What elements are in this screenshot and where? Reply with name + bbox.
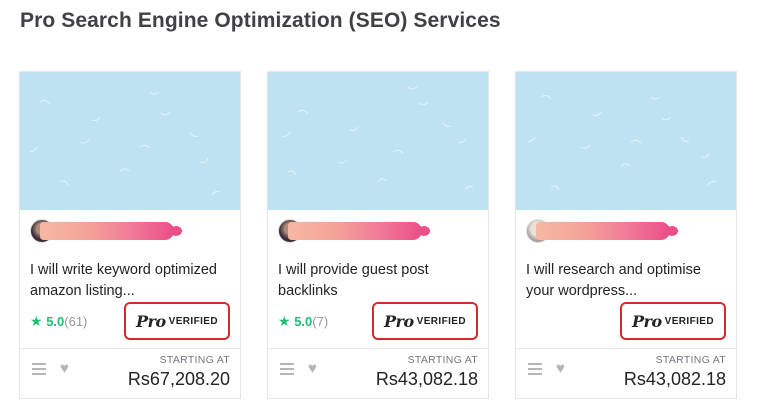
gig-card[interactable]: I will provide guest post backlinks ★ 5.… <box>267 71 489 399</box>
heart-icon[interactable]: ♥ <box>308 360 317 377</box>
seller-row[interactable] <box>526 217 726 245</box>
seller-row[interactable] <box>30 217 230 245</box>
gig-rating: ★ 5.0(61) <box>30 313 87 330</box>
rating-score: 5.0 <box>46 314 65 329</box>
verified-label: VERIFIED <box>664 315 714 327</box>
verified-label: VERIFIED <box>168 315 218 327</box>
starting-at-label: STARTING AT <box>655 354 726 366</box>
heart-icon[interactable]: ♥ <box>60 360 69 377</box>
menu-icon[interactable] <box>280 363 294 375</box>
starting-at-label: STARTING AT <box>407 354 478 366</box>
starting-at-label: STARTING AT <box>159 354 230 366</box>
pro-logo: Pro <box>136 311 166 331</box>
redacted-seller-name <box>40 222 182 240</box>
card-divider <box>20 348 240 349</box>
section-title: Pro Search Engine Optimization (SEO) Ser… <box>20 9 501 32</box>
gig-thumbnail[interactable] <box>20 72 240 210</box>
card-divider <box>268 348 488 349</box>
gig-title[interactable]: I will research and optimise your wordpr… <box>526 260 726 302</box>
rating-count: (7) <box>312 314 329 329</box>
gig-thumbnail[interactable] <box>268 72 488 210</box>
gig-title[interactable]: I will provide guest post backlinks <box>278 260 478 302</box>
pro-logo: Pro <box>384 311 414 331</box>
gig-price[interactable]: Rs67,208.20 <box>128 369 230 390</box>
verified-label: VERIFIED <box>416 315 466 327</box>
redacted-seller-name <box>536 222 678 240</box>
rating-count: (61) <box>64 314 88 329</box>
gig-price[interactable]: Rs43,082.18 <box>624 369 726 390</box>
pro-logo: Pro <box>632 311 662 331</box>
rating-score: 5.0 <box>294 314 313 329</box>
star-icon: ★ <box>30 313 43 329</box>
gig-card[interactable]: I will write keyword optimized amazon li… <box>19 71 241 399</box>
pro-verified-badge: Pro VERIFIED <box>124 302 230 340</box>
menu-icon[interactable] <box>528 363 542 375</box>
gig-rating: ★ 5.0(7) <box>278 313 328 330</box>
gig-card[interactable]: I will research and optimise your wordpr… <box>515 71 737 399</box>
card-divider <box>516 348 736 349</box>
redacted-seller-name <box>288 222 430 240</box>
pro-verified-badge: Pro VERIFIED <box>372 302 478 340</box>
seller-row[interactable] <box>278 217 478 245</box>
gig-price[interactable]: Rs43,082.18 <box>376 369 478 390</box>
gig-thumbnail[interactable] <box>516 72 736 210</box>
star-icon: ★ <box>278 313 291 329</box>
menu-icon[interactable] <box>32 363 46 375</box>
heart-icon[interactable]: ♥ <box>556 360 565 377</box>
gig-title[interactable]: I will write keyword optimized amazon li… <box>30 260 230 302</box>
pro-verified-badge: Pro VERIFIED <box>620 302 726 340</box>
